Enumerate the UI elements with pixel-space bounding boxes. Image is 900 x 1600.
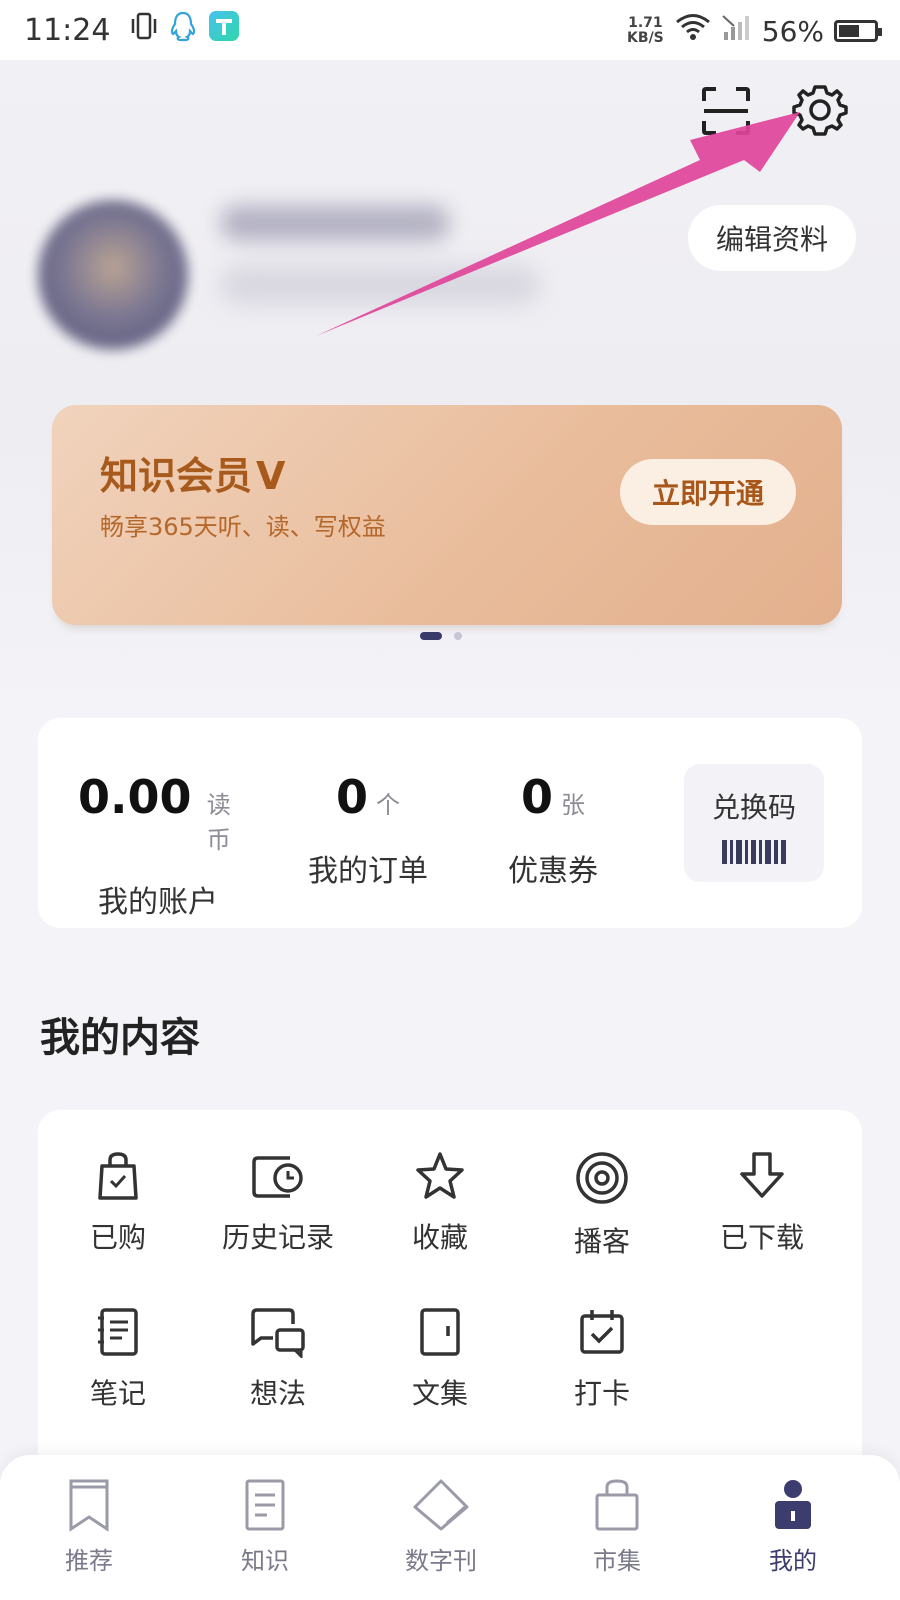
settings-gear-icon[interactable] bbox=[792, 82, 848, 138]
tab-mine[interactable]: 我的 bbox=[728, 1477, 858, 1576]
tab-label: 我的 bbox=[769, 1547, 817, 1575]
profile-icon bbox=[775, 1480, 811, 1529]
redeem-label: 兑换码 bbox=[711, 791, 796, 824]
my-content-title: 我的内容 bbox=[40, 1015, 200, 1061]
vibrate-icon bbox=[130, 10, 158, 50]
status-bar: 11:24 1.71 KB/S 56% bbox=[0, 0, 900, 60]
app-notification-icon bbox=[208, 10, 240, 50]
downloaded-item[interactable]: 已下载 bbox=[682, 1150, 842, 1256]
status-time: 11:24 bbox=[24, 12, 111, 48]
my-content-grid: 已购 历史记录 收藏 播客 已下载 笔记 想法 文集 打卡 bbox=[38, 1110, 862, 1490]
account-stats-card: 0.00 读币 我的账户 0 个 我的订单 0 张 优惠券 兑换码 bbox=[38, 718, 862, 928]
tab-knowledge[interactable]: 知识 bbox=[200, 1477, 330, 1576]
member-title: 知识会员 V bbox=[100, 445, 285, 500]
banner-pagination bbox=[420, 632, 462, 640]
shopping-bag-check-icon bbox=[98, 1152, 138, 1200]
coupons-unit: 张 bbox=[561, 791, 585, 819]
shopping-bag-icon bbox=[595, 1479, 639, 1531]
orders-unit: 个 bbox=[376, 791, 400, 819]
bookmark-icon bbox=[69, 1479, 109, 1532]
grid-label: 打卡 bbox=[573, 1377, 630, 1410]
network-speed-unit: KB/S bbox=[627, 30, 664, 46]
account-label: 我的账户 bbox=[98, 885, 218, 920]
tab-recommend[interactable]: 推荐 bbox=[24, 1477, 154, 1576]
tab-market[interactable]: 市集 bbox=[552, 1477, 682, 1576]
collection-item[interactable]: 文集 bbox=[360, 1306, 520, 1412]
history-clock-icon bbox=[252, 1156, 303, 1198]
grid-label: 文集 bbox=[411, 1377, 468, 1410]
coupons-label: 优惠券 bbox=[508, 854, 598, 889]
barcode-icon bbox=[718, 840, 790, 864]
grid-label: 已下载 bbox=[719, 1221, 804, 1254]
signal-icon bbox=[722, 12, 752, 50]
grid-label: 收藏 bbox=[411, 1221, 468, 1254]
avatar[interactable] bbox=[38, 200, 188, 350]
coupons-count: 0 bbox=[520, 770, 553, 824]
grid-label: 播客 bbox=[573, 1225, 630, 1258]
notebook-icon bbox=[98, 1308, 138, 1356]
member-banner[interactable]: 知识会员 V 畅享365天听、读、写权益 立即开通 bbox=[38, 405, 856, 629]
grid-label: 已购 bbox=[89, 1221, 146, 1254]
purchased-item[interactable]: 已购 bbox=[38, 1150, 198, 1256]
download-arrow-icon bbox=[740, 1152, 784, 1198]
my-orders-stat[interactable]: 0 个 我的订单 bbox=[298, 770, 438, 890]
network-speed: 1.71 KB/S bbox=[627, 16, 664, 46]
redeem-code-button[interactable]: 兑换码 bbox=[684, 764, 824, 882]
wifi-icon bbox=[674, 12, 712, 50]
battery-icon bbox=[834, 20, 882, 42]
favorites-item[interactable]: 收藏 bbox=[360, 1150, 520, 1256]
username-blurred bbox=[220, 205, 450, 241]
member-title-text: 知识会员 bbox=[100, 454, 253, 498]
bottom-tab-bar: 推荐 知识 数字刊 市集 我的 bbox=[0, 1455, 900, 1600]
account-balance: 0.00 bbox=[78, 770, 192, 824]
grid-label: 笔记 bbox=[89, 1377, 146, 1410]
podcast-item[interactable]: 播客 bbox=[522, 1150, 682, 1260]
member-v-badge: V bbox=[256, 454, 286, 498]
user-subtitle-blurred bbox=[220, 265, 540, 305]
document-icon bbox=[245, 1479, 285, 1531]
page-dot[interactable] bbox=[454, 632, 462, 640]
battery-percent: 56% bbox=[761, 14, 824, 48]
orders-count: 0 bbox=[335, 770, 368, 824]
grid-label: 想法 bbox=[249, 1377, 306, 1410]
qq-icon bbox=[168, 10, 198, 50]
scan-icon[interactable] bbox=[700, 85, 752, 137]
tab-digital-magazine[interactable]: 数字刊 bbox=[376, 1477, 506, 1576]
coupons-stat[interactable]: 0 张 优惠券 bbox=[498, 770, 608, 890]
check-in-item[interactable]: 打卡 bbox=[522, 1306, 682, 1412]
tab-label: 数字刊 bbox=[405, 1547, 477, 1575]
orders-label: 我的订单 bbox=[308, 854, 428, 889]
open-membership-button[interactable]: 立即开通 bbox=[620, 459, 796, 525]
thought-bubble-icon bbox=[251, 1308, 305, 1358]
star-icon bbox=[416, 1152, 464, 1199]
diamond-icon bbox=[413, 1479, 469, 1531]
account-unit: 读币 bbox=[206, 791, 231, 854]
notes-item[interactable]: 笔记 bbox=[38, 1306, 198, 1412]
member-subtitle: 畅享365天听、读、写权益 bbox=[100, 513, 386, 541]
tab-label: 市集 bbox=[593, 1547, 641, 1575]
edit-profile-button[interactable]: 编辑资料 bbox=[688, 205, 856, 271]
podcast-icon bbox=[576, 1152, 628, 1204]
my-account-stat[interactable]: 0.00 读币 我的账户 bbox=[78, 770, 238, 921]
page-dot-active[interactable] bbox=[420, 632, 442, 640]
network-speed-value: 1.71 bbox=[628, 15, 663, 31]
tab-label: 知识 bbox=[241, 1547, 289, 1575]
calendar-check-icon bbox=[580, 1310, 624, 1354]
thoughts-item[interactable]: 想法 bbox=[198, 1306, 358, 1412]
grid-label: 历史记录 bbox=[221, 1221, 334, 1254]
tab-label: 推荐 bbox=[65, 1547, 113, 1575]
history-item[interactable]: 历史记录 bbox=[198, 1150, 358, 1256]
collection-door-icon bbox=[420, 1308, 460, 1356]
